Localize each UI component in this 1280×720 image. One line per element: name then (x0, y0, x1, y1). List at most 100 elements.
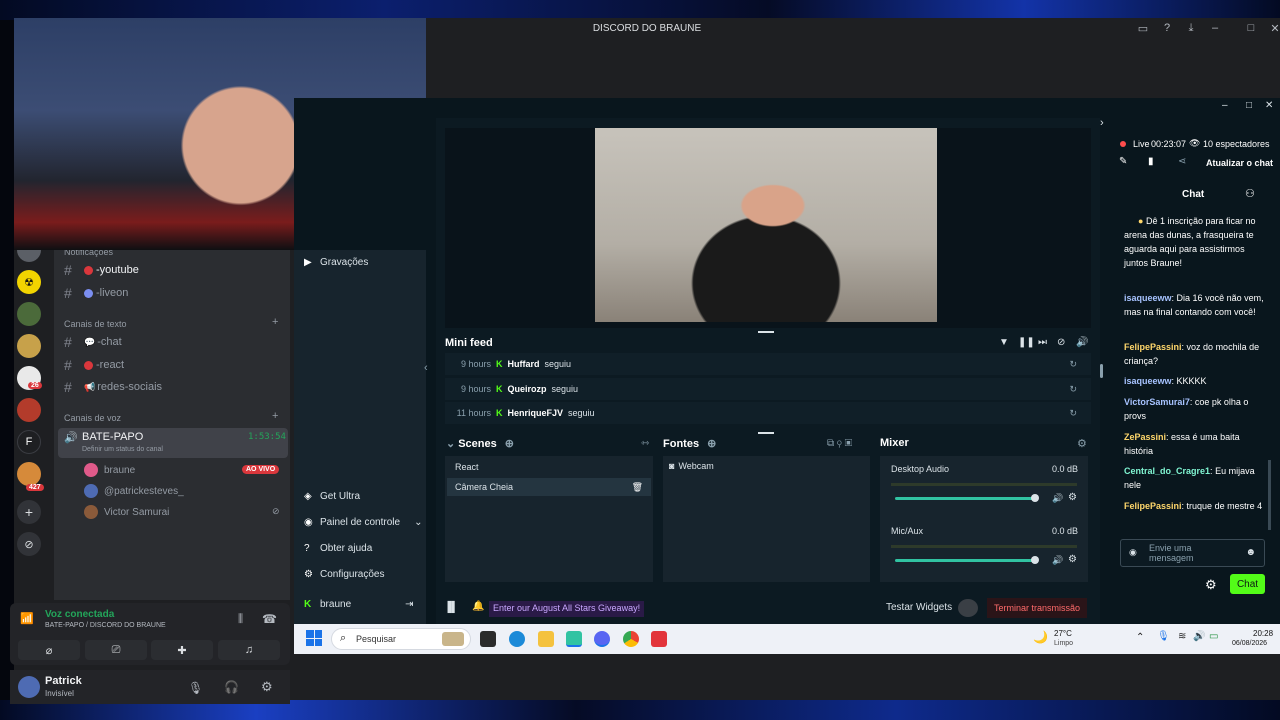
server-icon-letter[interactable]: F (17, 430, 41, 454)
chevron-up-icon[interactable]: ⌃ (1136, 632, 1144, 643)
stats-icon[interactable]: ▐▌ (444, 602, 458, 613)
refresh-chat-button[interactable]: Atualizar o chat (1206, 158, 1273, 168)
replay-icon[interactable]: ↻ (1069, 384, 1077, 395)
add-source-icon[interactable]: ⊕ (707, 438, 716, 450)
server-icon[interactable] (17, 398, 41, 422)
start-icon[interactable] (306, 630, 322, 646)
avatar[interactable] (18, 676, 40, 698)
pause-icon[interactable]: ❚❚ (1018, 337, 1035, 348)
battery-icon[interactable]: ▭ (1209, 631, 1218, 642)
channel-redes-sociais[interactable]: # 📢 redes-sociais (64, 378, 162, 396)
slider-knob[interactable] (1031, 556, 1039, 564)
chat-username[interactable]: ZePassini (1124, 432, 1166, 442)
clock-time[interactable]: 20:28 (1253, 629, 1273, 638)
server-icon[interactable] (17, 334, 41, 358)
scene-transition-icon[interactable]: ⇿ (641, 438, 649, 449)
file-explorer-icon[interactable] (538, 631, 554, 647)
weather-desc[interactable]: Limpo (1054, 640, 1073, 647)
weather-temp[interactable]: 27°C (1054, 629, 1072, 638)
gear-icon[interactable]: ⚙ (1068, 554, 1077, 565)
chat-username[interactable]: isaqueeww (1124, 293, 1172, 303)
feed-scrollbar[interactable] (1100, 364, 1103, 378)
source-item[interactable]: ◙ Webcam (669, 461, 714, 471)
noise-suppression-icon[interactable]: ⫼ (238, 613, 243, 626)
chat-input[interactable]: ◉ Envie uma mensagem ☻ (1120, 539, 1265, 567)
streamlabs-taskbar-icon[interactable] (566, 631, 582, 647)
maximize-icon[interactable]: □ (1243, 22, 1259, 34)
expand-icon[interactable]: › (1100, 117, 1104, 129)
trash-icon[interactable]: 🗑 (632, 482, 643, 493)
users-icon[interactable]: ⚇ (1245, 187, 1255, 200)
mute-alerts-icon[interactable]: ⊘ (1057, 337, 1065, 348)
emoji-icon[interactable]: ☻ (1245, 547, 1256, 558)
explore-icon[interactable]: ⊘ (17, 532, 41, 556)
voice-user-braune[interactable]: braune (84, 462, 135, 478)
giveaway-banner[interactable]: Enter our August All Stars Giveaway! (489, 601, 645, 617)
chrome-icon[interactable] (623, 631, 639, 647)
nav-recordings[interactable]: ▶ Gravações (304, 254, 368, 270)
microphone-icon[interactable]: 🎙 (1157, 631, 1170, 642)
category-text[interactable]: Canais de texto (64, 319, 127, 329)
mixer-settings-icon[interactable]: ⚙ (1077, 437, 1087, 450)
task-view-icon[interactable] (480, 631, 496, 647)
category-voice[interactable]: Canais de voz (64, 413, 121, 423)
server-icon-radioactive[interactable]: ☢ (17, 270, 41, 294)
channel-react[interactable]: # -react (64, 356, 124, 374)
channel-status[interactable]: Definir um status do canal (82, 446, 163, 453)
chat-scrollbar[interactable] (1268, 460, 1271, 530)
add-server-icon[interactable]: + (17, 500, 41, 524)
server-folder-icon[interactable] (17, 462, 41, 486)
volume-slider-desktop[interactable] (895, 497, 1037, 500)
test-widgets-button[interactable]: Testar Widgets (886, 602, 952, 613)
discord-taskbar-icon[interactable] (594, 631, 610, 647)
screen-share-button[interactable]: ⎚ (85, 640, 147, 660)
nav-settings[interactable]: ⚙ Configurações (304, 566, 384, 582)
close-icon[interactable]: ✕ (1267, 22, 1280, 35)
voice-user-patrick[interactable]: @patrickesteves_ (84, 483, 184, 499)
nav-account[interactable]: Kbraune ⇥ (304, 596, 414, 612)
share-icon[interactable]: ⋖ (1178, 156, 1186, 167)
inbox-icon[interactable]: ▭ (1135, 22, 1151, 35)
minimize-icon[interactable]: – (1222, 100, 1228, 111)
volume-slider-mic[interactable] (895, 559, 1037, 562)
add-scene-icon[interactable]: ⊕ (505, 438, 514, 450)
close-icon[interactable]: ✕ (1265, 100, 1273, 111)
nav-control-panel[interactable]: ◉ Painel de controle ⌄ (304, 514, 422, 530)
download-icon[interactable]: ⤓ (1183, 22, 1199, 35)
source-tools-icon[interactable]: ⧉ ⚲ ▣ (827, 438, 852, 449)
replay-icon[interactable]: ↻ (1069, 359, 1077, 370)
record-button[interactable] (958, 599, 978, 617)
camera-off-button[interactable]: ⌀ (18, 640, 80, 660)
volume-icon[interactable]: 🔊 (1052, 493, 1063, 504)
nav-help[interactable]: ? Obter ajuda (304, 540, 372, 556)
add-channel-icon[interactable]: + (272, 316, 278, 328)
headphones-icon[interactable]: 🎧 (224, 680, 239, 694)
collapse-sidebar-icon[interactable]: ‹ (424, 362, 428, 374)
chat-send-button[interactable]: Chat (1230, 574, 1265, 594)
app-icon[interactable] (651, 631, 667, 647)
chat-username[interactable]: VictorSamurai7 (1124, 397, 1190, 407)
gear-icon[interactable]: ⚙ (1068, 492, 1077, 503)
activities-button[interactable]: ✚ (151, 640, 213, 660)
server-icon[interactable] (17, 302, 41, 326)
end-stream-button[interactable]: Terminar transmissão (987, 598, 1087, 618)
microphone-icon[interactable]: 🎙 (188, 681, 203, 695)
slider-knob[interactable] (1031, 494, 1039, 502)
help-icon[interactable]: ? (1159, 22, 1175, 34)
taskbar-search[interactable]: ⌕ Pesquisar (331, 628, 471, 650)
maximize-icon[interactable]: □ (1246, 100, 1252, 111)
resize-handle[interactable] (758, 331, 774, 333)
channel-liveon[interactable]: # -liveon (64, 284, 128, 302)
replay-icon[interactable]: ↻ (1069, 408, 1077, 419)
minimize-icon[interactable]: – (1207, 22, 1223, 34)
channel-chat[interactable]: # 💬 -chat (64, 333, 122, 351)
wifi-icon[interactable]: ≋ (1178, 631, 1186, 642)
edge-icon[interactable] (509, 631, 525, 647)
scene-item[interactable]: React (447, 458, 651, 476)
chat-username[interactable]: isaqueeww (1124, 376, 1172, 386)
channel-youtube[interactable]: # -youtube (64, 261, 139, 279)
add-channel-icon[interactable]: + (272, 410, 278, 422)
voice-location[interactable]: BATE-PAPO / DISCORD DO BRAUNE (45, 622, 166, 629)
edit-icon[interactable]: ✎ (1119, 156, 1127, 167)
soundboard-button[interactable]: ♫ (218, 640, 280, 660)
